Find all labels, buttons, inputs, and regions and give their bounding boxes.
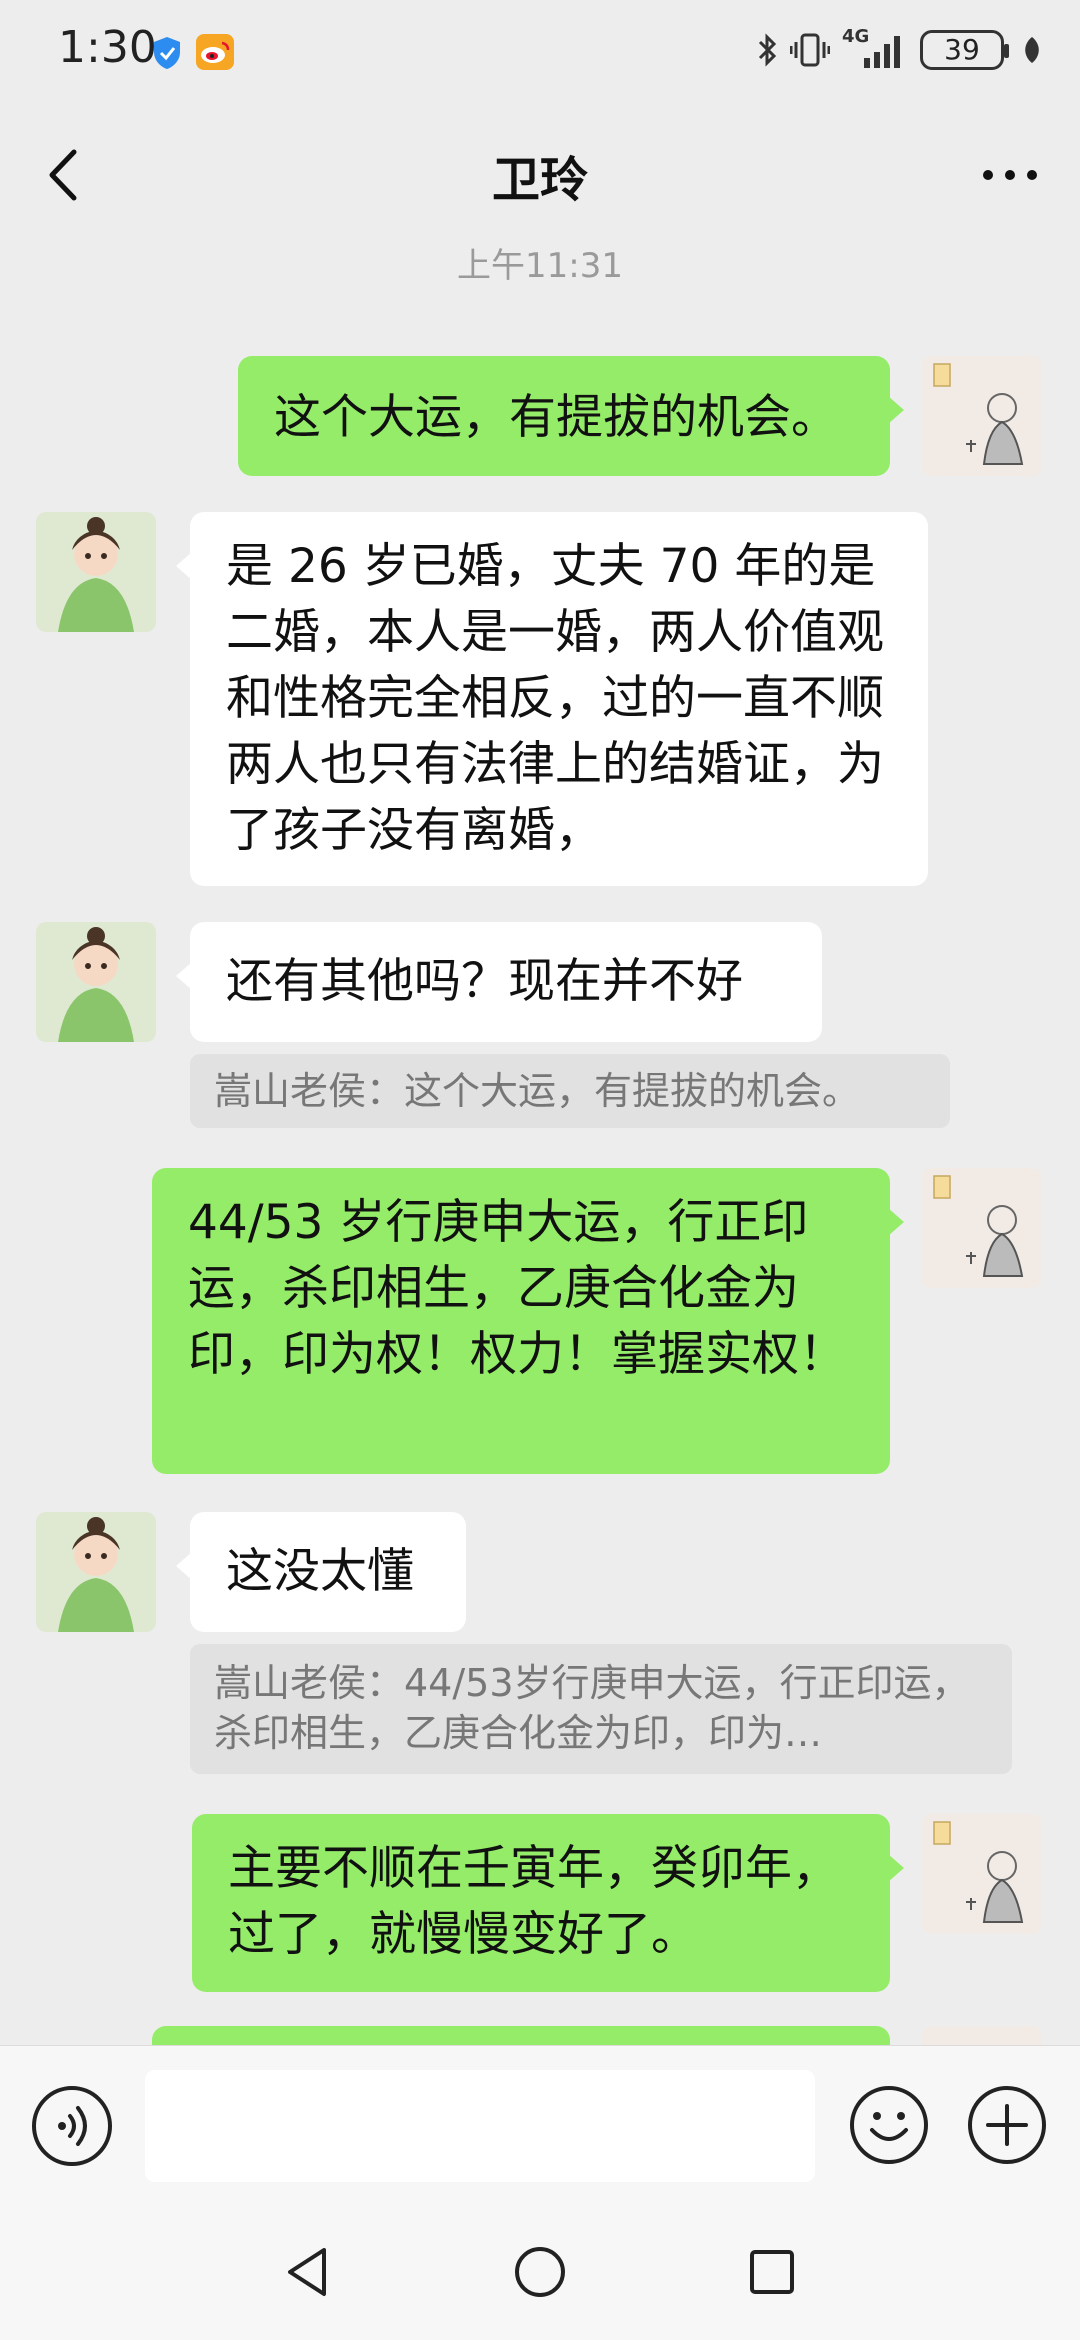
message-bubble-sent[interactable]: 44/53 岁行庚申大运，行正印运，杀印相生，乙庚合化金为印，印为权！权力！掌握… — [152, 1168, 904, 1474]
chat-title: 卫玲 — [491, 152, 588, 208]
my-avatar[interactable] — [922, 1168, 1042, 1288]
emoji-icon[interactable] — [848, 2084, 930, 2166]
status-time: 1:30 — [58, 22, 157, 73]
weibo-icon — [196, 34, 234, 70]
message-bubble-sent[interactable]: 这个大运，有提拔的机会。 — [238, 356, 904, 476]
quoted-message[interactable]: 嵩山老侯：这个大运，有提拔的机会。 — [190, 1054, 950, 1128]
signal-icon: 4G — [842, 26, 908, 70]
my-avatar[interactable] — [922, 1814, 1042, 1934]
message-bubble-sent[interactable]: 主要不顺在壬寅年，癸卯年，过了，就慢慢变好了。 — [192, 1814, 904, 1992]
chat-screen: 1:30 4G 39 卫玲 上午11:31 这个大运，有提拔的机会。 是 26 … — [0, 0, 1080, 2340]
more-icon[interactable] — [978, 150, 1042, 200]
shield-icon — [154, 37, 180, 69]
message-bubble-partial — [152, 2026, 890, 2045]
input-bar — [0, 2045, 1080, 2205]
message-bubble-received[interactable]: 还有其他吗？现在并不好 — [176, 922, 822, 1042]
my-avatar-partial — [922, 2026, 1042, 2045]
message-bubble-received[interactable]: 是 26 岁已婚，丈夫 70 年的是二婚，本人是一婚，两人价值观和性格完全相反，… — [176, 512, 928, 886]
status-bar: 1:30 4G 39 — [0, 0, 1080, 100]
contact-avatar[interactable] — [36, 1512, 156, 1632]
android-home-icon[interactable] — [508, 2240, 572, 2304]
quoted-message[interactable]: 嵩山老侯：44/53岁行庚申大运，行正印运，杀印相生，乙庚合化金为印，印为… — [190, 1644, 1012, 1774]
android-recents-icon[interactable] — [740, 2240, 804, 2304]
message-input[interactable] — [145, 2070, 815, 2182]
android-back-icon[interactable] — [276, 2240, 340, 2304]
contact-avatar[interactable] — [36, 512, 156, 632]
android-nav-bar — [0, 2205, 1080, 2340]
vibrate-icon — [790, 33, 830, 67]
plus-icon[interactable] — [966, 2084, 1048, 2166]
voice-icon[interactable] — [32, 2086, 112, 2166]
message-bubble-received[interactable]: 这没太懂 — [176, 1512, 466, 1632]
leaf-icon — [1025, 37, 1039, 63]
battery-indicator: 39 — [920, 30, 1009, 70]
bluetooth-icon — [758, 33, 777, 67]
my-avatar[interactable] — [922, 356, 1042, 476]
time-divider: 上午11:31 — [457, 246, 623, 286]
status-indicators: 4G 39 — [756, 26, 1042, 72]
contact-avatar[interactable] — [36, 922, 156, 1042]
